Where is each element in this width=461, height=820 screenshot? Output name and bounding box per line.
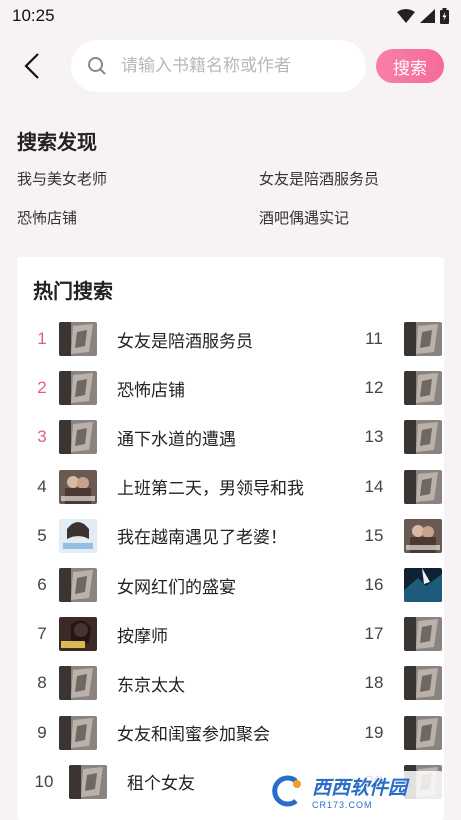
hot-search-item[interactable]: 4 上班第二天，男领导和我 (27, 469, 304, 504)
book-title: 租个女友 (127, 774, 195, 794)
book-cover (404, 666, 442, 701)
search-box[interactable] (71, 40, 366, 92)
rank-number: 14 (364, 476, 384, 496)
rank-number: 15 (364, 525, 384, 545)
watermark-subtext: CR173.COM (312, 799, 373, 810)
discover-item[interactable]: 恐怖店铺 (17, 207, 77, 228)
battery-icon (440, 8, 449, 24)
book-title: 女友是陪酒服务员 (117, 331, 253, 351)
hot-search-item[interactable]: 10 租个女友 (29, 764, 195, 799)
discover-item[interactable]: 我与美女老师 (17, 168, 107, 189)
book-title: 我在越南遇见了老婆！ (117, 528, 287, 548)
book-cover (404, 322, 442, 356)
search-icon (88, 57, 106, 75)
hot-search-title: 热门搜索 (33, 281, 113, 303)
book-title: 通下水道的遭遇 (117, 429, 236, 449)
chevron-left-icon (24, 53, 39, 79)
hot-search-item[interactable]: 1 女友是陪酒服务员 (27, 322, 253, 356)
rank-number: 17 (364, 624, 384, 644)
hot-search-item[interactable]: 19 (359, 715, 442, 750)
rank-number: 7 (37, 624, 47, 644)
hot-search-item[interactable]: 3 通下水道的遭遇 (27, 420, 236, 455)
book-cover (404, 617, 442, 652)
book-cover (59, 518, 97, 553)
status-time: 10:25 (12, 6, 55, 25)
rank-number: 4 (37, 476, 47, 496)
hot-search-item[interactable]: 9 女友和闺蜜参加聚会 (27, 715, 270, 750)
discover-title: 搜索发现 (17, 132, 97, 154)
rank-number: 19 (364, 722, 384, 742)
book-cover (404, 371, 442, 406)
watermark-logo (262, 773, 310, 809)
rank-number: 12 (364, 378, 384, 398)
rank-number: 16 (364, 575, 384, 594)
hot-search-item[interactable]: 18 (359, 666, 442, 701)
book-cover (404, 568, 442, 602)
search-input[interactable] (121, 56, 341, 76)
rank-number: 10 (34, 771, 54, 791)
hot-search-item[interactable]: 14 (359, 469, 442, 504)
hot-search-item[interactable]: 8 东京太太 (27, 666, 185, 701)
rank-number: 6 (37, 575, 47, 594)
rank-number: 2 (37, 378, 47, 398)
book-cover (59, 420, 97, 455)
rank-number: 5 (37, 525, 47, 545)
hot-search-item[interactable]: 17 (359, 617, 442, 652)
book-title: 女友和闺蜜参加聚会 (117, 725, 270, 745)
status-bar: 10:25 (0, 0, 461, 32)
wifi-icon (397, 9, 415, 23)
watermark-text: 西西软件园 (312, 777, 408, 799)
book-cover (404, 420, 442, 455)
hot-search-item[interactable]: 16 (359, 568, 442, 602)
book-title: 按摩师 (117, 626, 168, 646)
rank-number: 9 (37, 722, 47, 742)
rank-number: 3 (37, 427, 47, 447)
back-button[interactable] (18, 52, 46, 80)
book-cover (59, 322, 97, 356)
hot-search-item[interactable]: 6 女网红们的盛宴 (27, 568, 236, 602)
rank-number: 8 (37, 673, 47, 693)
status-icons (397, 8, 449, 24)
discover-item[interactable]: 女友是陪酒服务员 (259, 168, 379, 189)
book-cover (59, 371, 97, 406)
book-cover (59, 666, 97, 701)
hot-search-item[interactable]: 15 (359, 518, 442, 553)
hot-search-item[interactable]: 5 我在越南遇见了老婆！ (27, 518, 287, 553)
signal-icon (420, 9, 435, 23)
book-title: 东京太太 (117, 675, 185, 695)
book-cover (404, 518, 442, 553)
hot-search-item[interactable]: 12 (359, 371, 442, 406)
rank-number: 18 (364, 673, 384, 693)
book-cover (69, 764, 107, 799)
book-cover (59, 715, 97, 750)
hot-search-item[interactable]: 2 恐怖店铺 (27, 371, 185, 406)
book-cover (59, 469, 97, 504)
book-title: 恐怖店铺 (117, 380, 185, 400)
rank-number: 11 (365, 329, 383, 348)
book-cover (59, 568, 97, 602)
book-title: 女网红们的盛宴 (117, 577, 236, 597)
hot-search-item[interactable]: 13 (359, 420, 442, 455)
search-button[interactable]: 搜索 (376, 49, 444, 83)
book-cover (404, 715, 442, 750)
hot-search-item[interactable]: 11 (359, 322, 442, 356)
watermark: 西西软件园 CR173.COM (262, 771, 443, 811)
book-cover (404, 469, 442, 504)
rank-number: 13 (364, 427, 384, 447)
top-bar: 搜索 (0, 38, 461, 94)
hot-search-item[interactable]: 7 按摩师 (27, 617, 168, 652)
hot-search-card: 热门搜索 1 女友是陪酒服务员 2 恐怖店铺 3 通下水道的遭遇 4 上班第二天，男领导和我 5… (17, 257, 444, 820)
discover-item[interactable]: 酒吧偶遇实记 (259, 207, 349, 228)
book-title: 上班第二天，男领导和我 (117, 479, 304, 499)
rank-number: 1 (37, 329, 47, 348)
book-cover (59, 617, 97, 652)
